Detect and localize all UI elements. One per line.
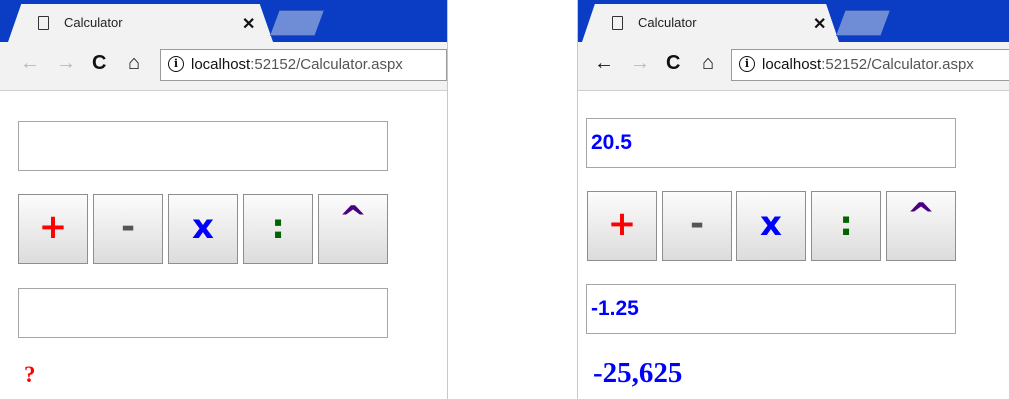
tab-strip: Calculator ✕	[578, 0, 1009, 42]
reload-icon[interactable]: C	[92, 53, 106, 73]
address-bar[interactable]: i localhost:52152/Calculator.aspx	[731, 49, 1009, 81]
toolbar: ← → C ⌂ i localhost:52152/Calculator.asp…	[578, 42, 1009, 91]
plus-button[interactable]: +	[18, 194, 88, 264]
info-icon[interactable]: i	[739, 56, 755, 72]
operand-1-input[interactable]: 20.5	[586, 118, 956, 168]
multiply-button[interactable]: x	[736, 191, 806, 261]
forward-arrow-icon[interactable]: →	[630, 53, 650, 73]
operand-1-input[interactable]	[18, 121, 388, 171]
url-text: localhost:52152/Calculator.aspx	[762, 56, 974, 73]
close-icon[interactable]: ✕	[813, 14, 826, 34]
page-icon	[38, 16, 49, 30]
operand-2-input[interactable]: -1.25	[586, 284, 956, 334]
tab-title: Calculator	[638, 15, 697, 30]
tab-calculator[interactable]: Calculator ✕	[582, 4, 839, 42]
tab-calculator[interactable]: Calculator ✕	[8, 4, 273, 42]
url-host: localhost	[191, 56, 251, 73]
power-button[interactable]: ^	[886, 191, 956, 261]
page-icon	[612, 16, 623, 30]
new-tab-button[interactable]	[836, 10, 890, 36]
home-icon[interactable]: ⌂	[128, 53, 140, 73]
address-bar[interactable]: i localhost:52152/Calculator.aspx	[160, 49, 447, 81]
browser-window-left: Calculator ✕ ← → C ⌂ i localhost:52152/C…	[0, 0, 448, 399]
url-path: :52152/Calculator.aspx	[250, 56, 403, 73]
result-label: ?	[24, 362, 36, 387]
tab-strip: Calculator ✕	[0, 0, 447, 42]
result-label: -25,625	[593, 357, 683, 389]
home-icon[interactable]: ⌂	[702, 53, 714, 73]
power-button[interactable]: ^	[318, 194, 388, 264]
tab-title: Calculator	[64, 15, 123, 30]
url-host: localhost	[762, 56, 822, 73]
close-icon[interactable]: ✕	[242, 14, 255, 34]
forward-arrow-icon[interactable]: →	[56, 53, 76, 73]
reload-icon[interactable]: C	[666, 53, 680, 73]
minus-button[interactable]: -	[93, 194, 163, 264]
toolbar: ← → C ⌂ i localhost:52152/Calculator.asp…	[0, 42, 447, 91]
multiply-button[interactable]: x	[168, 194, 238, 264]
operand-2-input[interactable]	[18, 288, 388, 338]
minus-button[interactable]: -	[662, 191, 732, 261]
back-arrow-icon[interactable]: ←	[20, 53, 40, 73]
divide-button[interactable]: :	[811, 191, 881, 261]
url-path: :52152/Calculator.aspx	[821, 56, 974, 73]
browser-window-right: Calculator ✕ ← → C ⌂ i localhost:52152/C…	[577, 0, 1009, 399]
new-tab-button[interactable]	[270, 10, 324, 36]
info-icon[interactable]: i	[168, 56, 184, 72]
url-text: localhost:52152/Calculator.aspx	[191, 56, 403, 73]
back-arrow-icon[interactable]: ←	[594, 53, 614, 73]
plus-button[interactable]: +	[587, 191, 657, 261]
divide-button[interactable]: :	[243, 194, 313, 264]
